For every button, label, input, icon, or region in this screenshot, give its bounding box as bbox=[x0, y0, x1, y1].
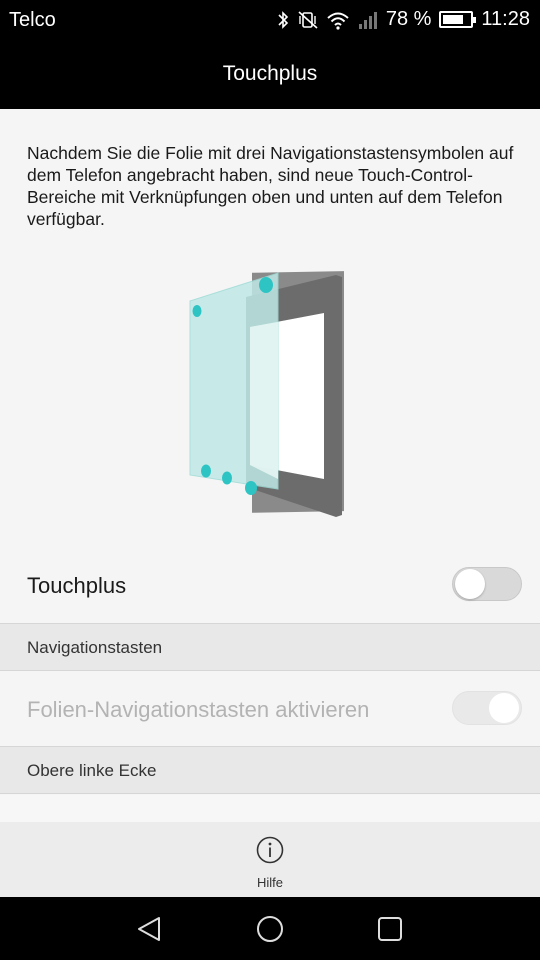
touchplus-label: Touchplus bbox=[27, 573, 127, 598]
section-header-obere-linke-ecke: Obere linke Ecke bbox=[0, 746, 540, 794]
settings-content[interactable]: Nachdem Sie die Folie mit drei Navigatio… bbox=[0, 109, 540, 822]
phone-film-illustration bbox=[180, 269, 360, 519]
list-item[interactable] bbox=[0, 795, 540, 822]
mute-vibrate-icon bbox=[298, 10, 318, 30]
signal-icon bbox=[358, 10, 378, 30]
toggle-knob bbox=[455, 569, 485, 599]
folien-navigation-setting-row: Folien-Navigationstasten aktivieren bbox=[0, 671, 540, 746]
battery-percent: 78 % bbox=[385, 8, 432, 30]
bottom-action-bar: Hilfe bbox=[0, 822, 540, 897]
toggle-knob bbox=[489, 693, 519, 723]
help-button[interactable]: Hilfe bbox=[240, 832, 300, 892]
section-title: Obere linke Ecke bbox=[27, 761, 157, 780]
home-icon[interactable] bbox=[254, 913, 286, 945]
back-icon[interactable] bbox=[134, 913, 166, 945]
section-title: Navigationstasten bbox=[27, 638, 163, 657]
info-icon bbox=[256, 836, 284, 864]
touchplus-toggle[interactable] bbox=[452, 567, 522, 601]
touchplus-setting-row[interactable]: Touchplus bbox=[0, 549, 540, 623]
system-navigation-bar bbox=[0, 897, 540, 960]
clock: 11:28 bbox=[481, 8, 530, 30]
bluetooth-icon bbox=[276, 10, 290, 30]
folien-navigation-toggle bbox=[452, 691, 522, 725]
section-header-navigationstasten: Navigationstasten bbox=[0, 623, 540, 671]
page-title: Touchplus bbox=[222, 62, 318, 85]
title-bar: Touchplus bbox=[0, 40, 540, 109]
battery-level-fill bbox=[443, 15, 464, 24]
description-text: Nachdem Sie die Folie mit drei Navigatio… bbox=[27, 143, 514, 229]
carrier-name: Telco bbox=[9, 9, 56, 31]
status-icons: 78 % 11:28 bbox=[276, 8, 530, 31]
folien-navigation-label: Folien-Navigationstasten aktivieren bbox=[27, 697, 370, 722]
battery-icon bbox=[439, 11, 477, 28]
wifi-icon bbox=[326, 10, 350, 30]
help-label: Hilfe bbox=[256, 875, 283, 890]
status-bar: Telco 78 % 11:28 bbox=[0, 0, 540, 40]
recent-apps-icon[interactable] bbox=[374, 913, 406, 945]
